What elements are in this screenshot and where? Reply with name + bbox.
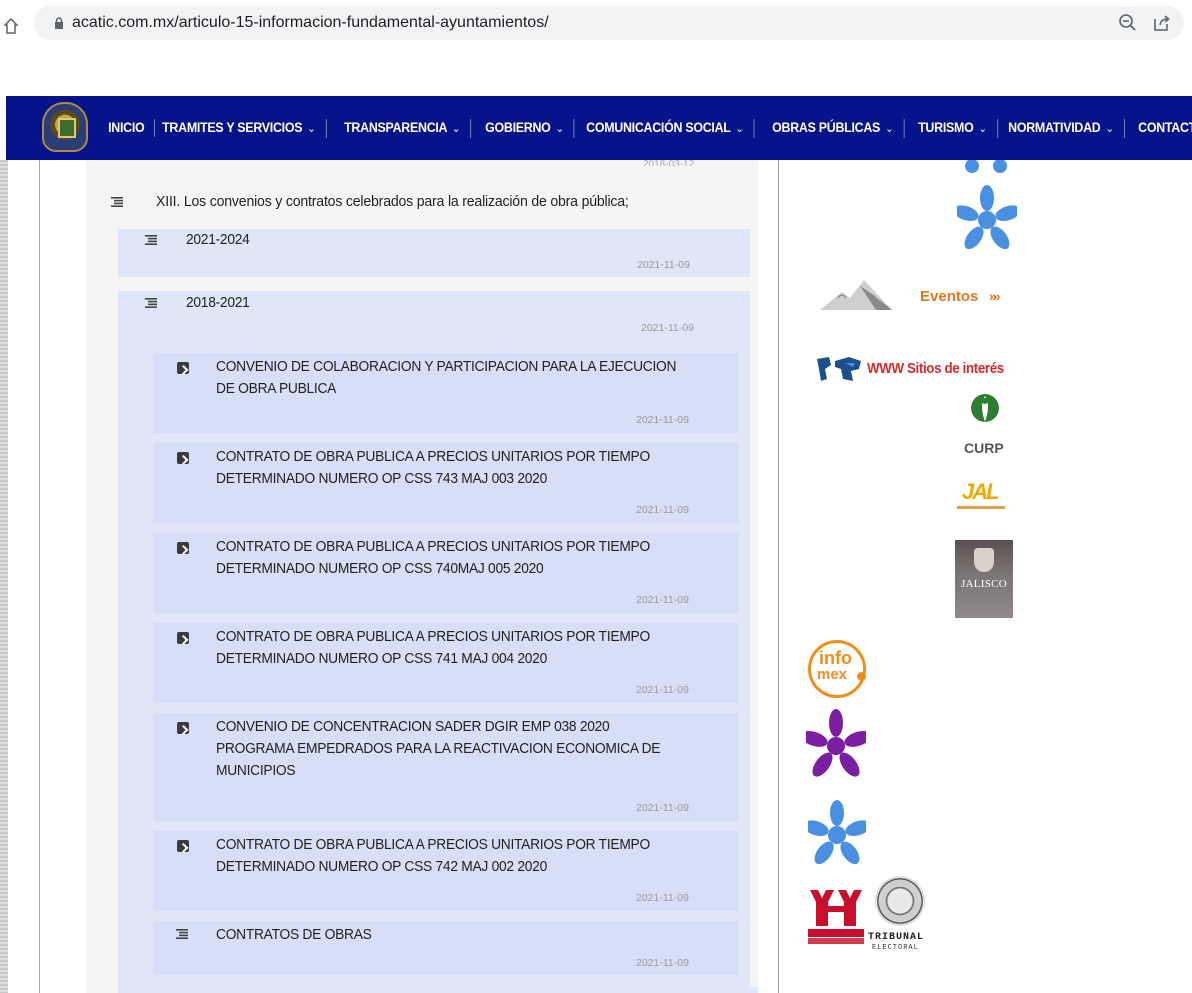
zoom-out-icon[interactable]: [1118, 13, 1138, 33]
document-icon: [177, 452, 189, 464]
nav-item-gobierno[interactable]: GOBIERNO ⌄: [475, 118, 575, 138]
nav-item-tramites[interactable]: TRAMITES Y SERVICIOS ⌄: [152, 118, 327, 138]
section-heading[interactable]: XIII. Los convenios y contratos celebrad…: [156, 193, 629, 210]
document-date: 2021-11-09: [636, 594, 689, 606]
document-title[interactable]: CONVENIO DE COLABORACION Y PARTICIPACION…: [216, 356, 676, 400]
curp-logo-icon[interactable]: [970, 392, 1000, 434]
chevron-down-icon: ⌄: [884, 122, 894, 135]
subfolder-date: 2021-11-09: [636, 957, 689, 969]
curp-link[interactable]: CURP: [964, 440, 1004, 456]
document-icon: [177, 632, 189, 644]
url-text[interactable]: acatic.com.mx/articulo-15-informacion-fu…: [72, 14, 549, 32]
document-title[interactable]: CONTRATO DE OBRA PUBLICA A PRECIOS UNITA…: [216, 536, 650, 580]
tribunal-label: TRIBUNAL: [868, 932, 925, 943]
sitios-de-interes-link[interactable]: WWW Sitios de interés: [867, 361, 1004, 377]
chevron-down-icon: ⌄: [555, 122, 564, 135]
nav-item-turismo[interactable]: TURISMO ⌄: [908, 118, 999, 138]
eventos-link[interactable]: Eventos: [920, 288, 978, 305]
chevron-down-icon: ⌄: [734, 122, 744, 135]
home-icon[interactable]: [4, 18, 18, 34]
nav-menu: INICIO TRAMITES Y SERVICIOS ⌄ TRANSPAREN…: [98, 96, 1192, 160]
eventos-mountain-icon[interactable]: [820, 274, 892, 312]
nav-item-contacto[interactable]: CONTACTO: [1128, 119, 1192, 137]
infomex-logo-text-bottom: mex: [817, 666, 848, 683]
asterisk-logo-blue-icon[interactable]: [957, 184, 1017, 256]
nav-item-transparencia[interactable]: TRANSPARENCIA ⌄: [334, 118, 472, 138]
document-title[interactable]: CONVENIO DE CONCENTRACION SADER DGIR EMP…: [216, 716, 660, 782]
chevron-down-icon: ⌄: [978, 122, 988, 135]
jalisco-logo-text[interactable]: JAL: [962, 479, 1000, 505]
chevron-down-icon: ⌄: [1105, 122, 1114, 135]
share-icon[interactable]: [1152, 13, 1172, 33]
infonavit-tagline: [808, 938, 864, 944]
period-date: 2021-11-09: [637, 259, 690, 271]
document-title[interactable]: CONTRATO DE OBRA PUBLICA A PRECIOS UNITA…: [216, 834, 650, 878]
tribunal-sub-label: ELECTORAL: [872, 944, 919, 952]
list-icon: [176, 929, 188, 939]
nav-item-normatividad[interactable]: NORMATIVIDAD ⌄: [998, 118, 1125, 138]
document-date: 2021-11-09: [636, 684, 689, 696]
document-title[interactable]: CONTRATO DE OBRA PUBLICA A PRECIOS UNITA…: [216, 446, 650, 490]
nav-item-obras-publicas[interactable]: OBRAS PÚBLICAS ⌄: [762, 118, 905, 138]
jalisco-badge-label: JALISCO: [960, 578, 1008, 590]
double-arrow-icon[interactable]: »»: [989, 288, 1000, 304]
sidebar-divider: [778, 160, 779, 993]
document-icon: [177, 840, 189, 852]
period-label[interactable]: 2021-2024: [186, 229, 250, 251]
document-date: 2021-11-09: [636, 802, 689, 814]
site-navbar: INICIO TRAMITES Y SERVICIOS ⌄ TRANSPAREN…: [6, 96, 1192, 160]
jalisco-crest-icon: [974, 548, 994, 572]
lock-icon[interactable]: [54, 17, 64, 29]
municipal-crest-logo[interactable]: [42, 102, 88, 152]
document-date: 2021-11-09: [636, 892, 689, 904]
document-icon: [177, 362, 189, 374]
jalisco-logo-underline: [957, 506, 1005, 509]
subfolder-title[interactable]: CONTRATOS DE OBRAS: [216, 924, 372, 946]
period-date: 2021-11-09: [641, 322, 694, 334]
document-date: 2021-11-09: [636, 504, 689, 516]
browser-address-bar: acatic.com.mx/articulo-15-informacion-fu…: [0, 0, 1192, 48]
nav-item-inicio[interactable]: INICIO: [98, 119, 156, 137]
previous-item-date: 2018-03-12: [643, 160, 695, 166]
asterisk-logo-purple-icon[interactable]: [806, 708, 866, 784]
period-label[interactable]: 2018-2021: [186, 292, 250, 314]
chevron-down-icon: ⌄: [307, 122, 316, 135]
page-left-border: [0, 160, 8, 993]
asterisk-logo-blue-icon[interactable]: [808, 800, 866, 870]
next-period-row[interactable]: [118, 987, 758, 993]
document-icon: [177, 722, 189, 734]
infonavit-wordmark: [808, 929, 864, 937]
world-map-icon[interactable]: [815, 355, 863, 383]
chevron-down-icon: ⌄: [451, 122, 461, 135]
tribunal-electoral-seal-icon[interactable]: [875, 876, 925, 926]
asterisk-logo-blue-icon[interactable]: [958, 160, 1014, 182]
infomex-dot-icon: [857, 672, 866, 681]
nav-item-comunicacion-social[interactable]: COMUNICACIÓN SOCIAL ⌄: [576, 118, 755, 138]
list-icon: [145, 235, 157, 245]
document-date: 2021-11-09: [636, 414, 689, 426]
document-icon: [177, 542, 189, 554]
content-divider: [39, 160, 40, 993]
list-icon: [111, 197, 123, 207]
list-icon: [145, 298, 157, 308]
document-title[interactable]: CONTRATO DE OBRA PUBLICA A PRECIOS UNITA…: [216, 626, 650, 670]
